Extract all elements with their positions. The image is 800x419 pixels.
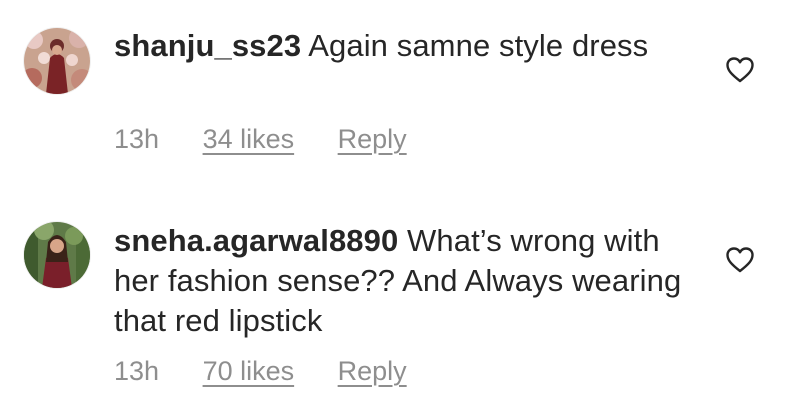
comment-time: 13h [114, 124, 160, 154]
reply-button[interactable]: Reply [338, 124, 407, 155]
comment-username[interactable]: sneha.agarwal8890 [114, 223, 398, 258]
avatar[interactable] [24, 222, 90, 288]
comment-body: sneha.agarwal8890 What’s wrong with her … [114, 221, 704, 341]
comment-meta: 13h 70 likes Reply [114, 356, 407, 387]
comment-time: 13h [114, 356, 160, 386]
comment-meta: 13h 34 likes Reply [114, 124, 407, 155]
heart-outline-icon[interactable] [725, 56, 755, 84]
heart-outline-icon[interactable] [725, 246, 755, 274]
likes-link[interactable]: 70 likes [203, 356, 295, 387]
comment-body: shanju_ss23 Again samne style dress [114, 26, 704, 66]
comment-text: Again samne style dress [308, 28, 649, 63]
comment-username[interactable]: shanju_ss23 [114, 28, 301, 63]
reply-button[interactable]: Reply [338, 356, 407, 387]
likes-link[interactable]: 34 likes [203, 124, 295, 155]
avatar[interactable] [24, 28, 90, 94]
